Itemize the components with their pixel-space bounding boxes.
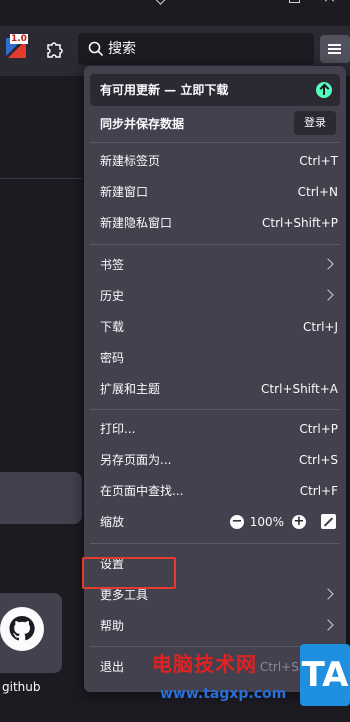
extension-badge: 1.0 bbox=[10, 34, 28, 44]
menu-item-label: 缩放 bbox=[100, 515, 125, 529]
zoom-in-button[interactable]: + bbox=[292, 515, 306, 529]
search-placeholder: 搜索 bbox=[108, 41, 136, 57]
menu-item-label: 另存页面为... bbox=[100, 453, 172, 467]
update-banner-text: 有可用更新 — 立即下载 bbox=[100, 83, 229, 97]
chevron-right-icon bbox=[322, 588, 334, 600]
settings-highlight-box bbox=[82, 557, 176, 589]
menu-item-shortcut: Ctrl+S bbox=[298, 453, 338, 467]
chevron-right-icon bbox=[322, 289, 334, 301]
menu-item-label: 下载 bbox=[100, 320, 125, 334]
menu-item-downloads[interactable]: 下载 Ctrl+J bbox=[84, 312, 346, 342]
menu-item-shortcut: Ctrl+F bbox=[299, 484, 338, 498]
github-icon bbox=[0, 607, 44, 651]
menu-item-history[interactable]: 历史 bbox=[84, 281, 346, 311]
menu-item-shortcut: Ctrl+T bbox=[299, 154, 338, 168]
update-banner[interactable]: 有可用更新 — 立即下载 bbox=[90, 74, 340, 106]
zoom-level[interactable]: 100% bbox=[250, 514, 284, 530]
menu-item-bookmarks[interactable]: 书签 bbox=[84, 250, 346, 280]
menu-separator bbox=[90, 543, 340, 544]
menu-item-print[interactable]: 打印... Ctrl+P bbox=[84, 414, 346, 444]
menu-item-label: 新建隐私窗口 bbox=[100, 216, 173, 230]
menu-item-shortcut: Ctrl+N bbox=[297, 185, 338, 199]
menu-separator bbox=[90, 142, 340, 143]
menu-item-label: 新建窗口 bbox=[100, 185, 149, 199]
menu-item-zoom: 缩放 − 100% + bbox=[84, 507, 346, 537]
menu-item-label: 历史 bbox=[100, 289, 125, 303]
menu-item-label: 打印... bbox=[100, 422, 136, 436]
menu-item-find-in-page[interactable]: 在页面中查找... Ctrl+F bbox=[84, 476, 346, 506]
menu-item-label: 书签 bbox=[100, 258, 125, 272]
menu-item-label: 密码 bbox=[100, 351, 125, 365]
watermark-logo: TA bbox=[300, 644, 350, 706]
menu-separator bbox=[90, 244, 340, 245]
puzzle-icon bbox=[47, 42, 63, 58]
zoom-out-button[interactable]: − bbox=[230, 515, 244, 529]
menu-item-new-window[interactable]: 新建窗口 Ctrl+N bbox=[84, 177, 346, 207]
menu-separator bbox=[90, 409, 340, 410]
menu-item-shortcut: Ctrl+J bbox=[303, 320, 338, 334]
menu-item-new-private-window[interactable]: 新建隐私窗口 Ctrl+Shift+P bbox=[84, 208, 346, 238]
shortcut-tile[interactable] bbox=[0, 472, 82, 524]
menu-item-help[interactable]: 帮助 bbox=[84, 611, 346, 641]
menu-item-label: 更多工具 bbox=[100, 588, 149, 602]
fullscreen-icon[interactable] bbox=[321, 514, 336, 529]
divider bbox=[0, 178, 82, 179]
app-menu-panel: 有可用更新 — 立即下载 同步并保存数据 登录 新建标签页 Ctrl+T 新建窗… bbox=[84, 66, 346, 692]
hamburger-menu-button[interactable] bbox=[320, 35, 350, 63]
sync-row: 同步并保存数据 登录 bbox=[84, 108, 346, 138]
menu-item-label: 帮助 bbox=[100, 619, 125, 633]
chevron-right-icon bbox=[322, 619, 334, 631]
chevron-down-icon[interactable] bbox=[152, 0, 168, 8]
login-button[interactable]: 登录 bbox=[294, 111, 336, 135]
menu-item-save-page-as[interactable]: 另存页面为... Ctrl+S bbox=[84, 445, 346, 475]
menu-item-new-tab[interactable]: 新建标签页 Ctrl+T bbox=[84, 146, 346, 176]
extension-icon[interactable]: 1.0 bbox=[4, 34, 30, 58]
close-icon[interactable] bbox=[322, 0, 338, 8]
watermark-title: 电脑技术网 bbox=[152, 652, 257, 676]
arrow-up-icon bbox=[316, 82, 332, 98]
chevron-right-icon bbox=[322, 258, 334, 270]
menu-item-addons-themes[interactable]: 扩展和主题 Ctrl+Shift+A bbox=[84, 374, 346, 404]
search-icon bbox=[88, 41, 104, 57]
extensions-puzzle-button[interactable] bbox=[40, 36, 68, 64]
menu-item-shortcut: Ctrl+Shift+A bbox=[261, 382, 338, 396]
menu-item-shortcut: Ctrl+P bbox=[299, 422, 338, 436]
search-input[interactable]: 搜索 bbox=[78, 33, 314, 65]
menu-item-label: 退出 bbox=[100, 660, 125, 674]
menu-item-label: 新建标签页 bbox=[100, 154, 161, 168]
window-titlebar bbox=[0, 0, 350, 26]
menu-item-label: 扩展和主题 bbox=[100, 382, 161, 396]
menu-item-passwords[interactable]: 密码 bbox=[84, 343, 346, 373]
maximize-icon[interactable] bbox=[286, 0, 302, 8]
sync-label: 同步并保存数据 bbox=[100, 117, 185, 131]
menu-item-shortcut: Ctrl+Shift+P bbox=[262, 216, 338, 230]
shortcut-label: github bbox=[2, 680, 41, 694]
watermark-url: www.tagxp.com bbox=[160, 686, 287, 702]
menu-item-label: 在页面中查找... bbox=[100, 484, 184, 498]
